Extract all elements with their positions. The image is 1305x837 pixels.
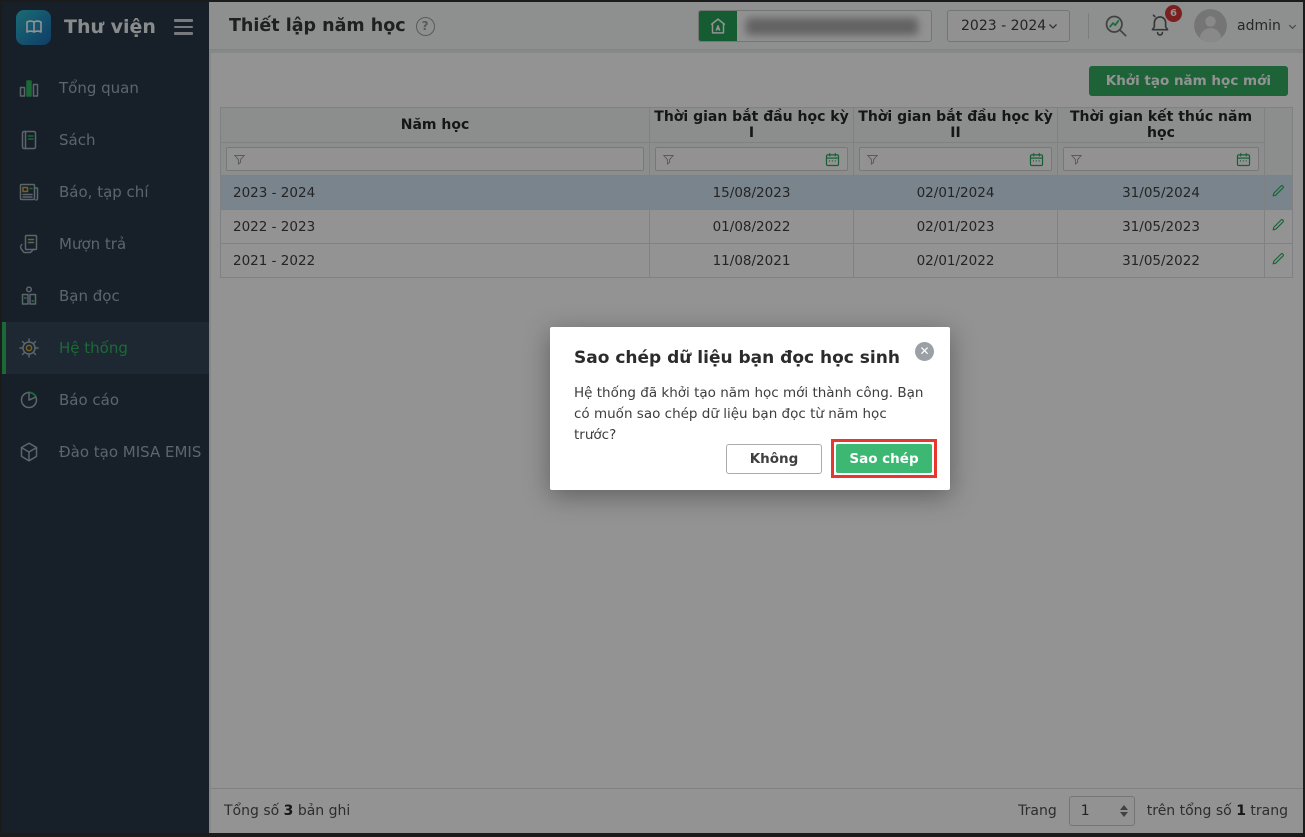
- app-window: Thư viện Tổng quan Sách Báo, tạp chí Mượ…: [0, 0, 1305, 837]
- decline-button[interactable]: Không: [726, 443, 822, 474]
- modal-message: Hệ thống đã khởi tạo năm học mới thành c…: [574, 385, 924, 443]
- confirm-copy-button[interactable]: Sao chép: [836, 444, 932, 473]
- modal-actions: Không Sao chép: [726, 439, 937, 478]
- annotation-highlight-box: Sao chép: [831, 439, 937, 478]
- copy-readers-modal: Sao chép dữ liệu bạn đọc học sinh ✕ Hệ t…: [550, 327, 950, 490]
- modal-title: Sao chép dữ liệu bạn đọc học sinh: [574, 348, 900, 368]
- close-icon[interactable]: ✕: [915, 342, 934, 361]
